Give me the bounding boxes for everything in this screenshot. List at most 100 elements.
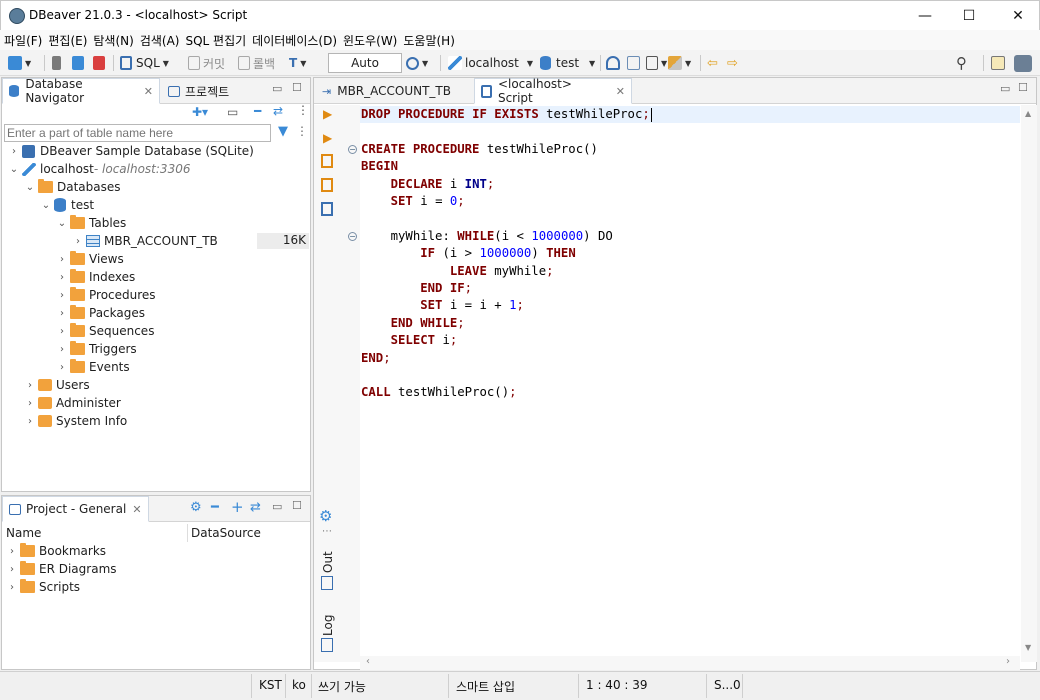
- log-icon[interactable]: [321, 638, 333, 652]
- connect-button[interactable]: [52, 54, 61, 72]
- tree-item-localhost[interactable]: ⌄ localhost - localhost:3306: [8, 160, 191, 178]
- tab-project-general[interactable]: Project - General ✕: [2, 496, 149, 522]
- tree-item-events[interactable]: › Events: [56, 358, 130, 376]
- transaction-mode-field[interactable]: Auto: [328, 53, 402, 73]
- collapse-all-icon[interactable]: ━: [254, 104, 261, 118]
- schema-compare-button[interactable]: [627, 54, 640, 72]
- menu-database[interactable]: 데이터베이스(D): [252, 32, 337, 49]
- scroll-left-icon[interactable]: ‹: [366, 656, 370, 667]
- scroll-down-icon[interactable]: ▼: [1025, 643, 1031, 652]
- tools-button[interactable]: ▼: [668, 54, 691, 72]
- minimize-view-icon[interactable]: ▭: [272, 500, 282, 513]
- chevron-right-icon[interactable]: ›: [72, 236, 84, 247]
- chevron-right-icon[interactable]: ›: [56, 362, 68, 373]
- code-line[interactable]: SET i = 0;: [361, 193, 465, 210]
- tab-database-navigator[interactable]: Database Navigator ✕: [2, 77, 160, 105]
- code-line[interactable]: BEGIN: [361, 158, 398, 175]
- output-icon[interactable]: [321, 576, 333, 590]
- chevron-right-icon[interactable]: ›: [6, 582, 18, 593]
- tree-item-dbeaver-sample-database-sqlite[interactable]: › DBeaver Sample Database (SQLite): [8, 142, 254, 160]
- chevron-right-icon[interactable]: ›: [56, 272, 68, 283]
- chevron-right-icon[interactable]: ›: [6, 546, 18, 557]
- code-line[interactable]: DROP PROCEDURE IF EXISTS testWhileProc;: [361, 106, 652, 123]
- tree-item-users[interactable]: › Users: [24, 376, 90, 394]
- chevron-down-icon[interactable]: ⌄: [56, 218, 68, 229]
- search-button[interactable]: ⚲: [956, 54, 967, 72]
- new-connection-icon[interactable]: ✚▾: [192, 105, 208, 119]
- disconnect-button[interactable]: [93, 54, 105, 72]
- code-line[interactable]: LEAVE myWhile;: [361, 263, 554, 280]
- sql-templates-button[interactable]: ▼: [646, 54, 667, 72]
- tree-item-indexes[interactable]: › Indexes: [56, 268, 135, 286]
- scroll-up-icon[interactable]: ▲: [1025, 109, 1031, 118]
- code-line[interactable]: SELECT i;: [361, 332, 458, 349]
- menu-file[interactable]: 파일(F): [4, 32, 42, 49]
- execute-in-new-tab-icon[interactable]: ▶: [323, 131, 332, 145]
- chevron-right-icon[interactable]: ›: [24, 416, 36, 427]
- maximize-view-icon[interactable]: ☐: [1018, 81, 1028, 94]
- chevron-right-icon[interactable]: ›: [24, 398, 36, 409]
- tree-item-views[interactable]: › Views: [56, 250, 124, 268]
- code-line[interactable]: CALL testWhileProc();: [361, 384, 517, 401]
- sql-editor-button[interactable]: SQL ▼: [120, 54, 169, 72]
- configure-icon[interactable]: ⚙: [190, 500, 202, 515]
- menu-sql-editor[interactable]: SQL 편집기: [185, 32, 246, 49]
- open-perspective-button[interactable]: [991, 54, 1005, 72]
- column-header-name[interactable]: Name: [6, 526, 41, 540]
- active-database-selector[interactable]: test ▼: [540, 54, 595, 72]
- chevron-right-icon[interactable]: ›: [56, 254, 68, 265]
- project-item-scripts[interactable]: › Scripts: [6, 578, 80, 596]
- maximize-button[interactable]: ☐: [946, 1, 992, 31]
- menu-search[interactable]: 검색(A): [140, 32, 180, 49]
- chevron-down-icon[interactable]: ⌄: [8, 164, 20, 175]
- chevron-right-icon[interactable]: ›: [56, 308, 68, 319]
- explain-plan-icon[interactable]: [321, 202, 333, 216]
- close-button[interactable]: ✕: [995, 1, 1040, 31]
- scroll-right-icon[interactable]: ›: [1006, 656, 1010, 667]
- horizontal-scrollbar[interactable]: ‹ ›: [360, 656, 1020, 670]
- tree-item-triggers[interactable]: › Triggers: [56, 340, 137, 358]
- settings-icon[interactable]: ⚙: [319, 507, 332, 525]
- tree-item-procedures[interactable]: › Procedures: [56, 286, 156, 304]
- execute-statement-icon[interactable]: ▶: [323, 107, 332, 121]
- execute-script-new-tabs-icon[interactable]: [321, 178, 333, 192]
- fold-collapse-icon[interactable]: −: [348, 232, 357, 241]
- log-tab[interactable]: Log: [321, 615, 335, 636]
- tree-item-mbr-account-tb[interactable]: › MBR_ACCOUNT_TB: [72, 232, 218, 250]
- transaction-mode-button[interactable]: T ▼: [289, 54, 306, 72]
- code-line[interactable]: CREATE PROCEDURE testWhileProc(): [361, 141, 598, 158]
- tree-item-administer[interactable]: › Administer: [24, 394, 121, 412]
- maximize-view-icon[interactable]: ☐: [292, 81, 302, 94]
- commit-button[interactable]: 커밋: [188, 54, 225, 72]
- dbeaver-perspective-button[interactable]: [1014, 54, 1032, 72]
- tree-item-packages[interactable]: › Packages: [56, 304, 145, 322]
- code-line[interactable]: DECLARE i INT;: [361, 176, 495, 193]
- active-connection-selector[interactable]: localhost ▼: [448, 54, 533, 72]
- tab-mbr-account-tb[interactable]: ⇥ MBR_ACCOUNT_TB: [316, 78, 457, 104]
- chevron-right-icon[interactable]: ›: [56, 326, 68, 337]
- tree-item-databases[interactable]: ⌄ Databases: [24, 178, 121, 196]
- menu-window[interactable]: 윈도우(W): [343, 32, 397, 49]
- menu-help[interactable]: 도움말(H): [403, 32, 455, 49]
- code-line[interactable]: END WHILE;: [361, 315, 465, 332]
- add-icon[interactable]: +: [231, 498, 244, 516]
- minimize-button[interactable]: —: [902, 1, 948, 31]
- project-item-er-diagrams[interactable]: › ER Diagrams: [6, 560, 117, 578]
- code-line[interactable]: myWhile: WHILE(i < 1000000) DO: [361, 228, 613, 245]
- link-with-editor-icon[interactable]: ⇄: [250, 500, 261, 515]
- tree-item-test[interactable]: ⌄ test: [40, 196, 94, 214]
- chevron-down-icon[interactable]: ⌄: [24, 182, 36, 193]
- chevron-right-icon[interactable]: ›: [24, 380, 36, 391]
- navigate-forward-button[interactable]: ⇨: [727, 54, 738, 72]
- new-connection-button[interactable]: ▼: [8, 54, 31, 72]
- chevron-right-icon[interactable]: ›: [8, 146, 20, 157]
- minimize-view-icon[interactable]: ▭: [272, 82, 282, 95]
- link-with-editor-icon[interactable]: ⇄: [273, 104, 283, 118]
- status-insert-mode[interactable]: 스마트 삽입: [456, 678, 515, 695]
- tree-item-sequences[interactable]: › Sequences: [56, 322, 154, 340]
- menu-navigate[interactable]: 탐색(N): [93, 32, 133, 49]
- code-line[interactable]: END IF;: [361, 280, 472, 297]
- navigate-back-button[interactable]: ⇦: [707, 54, 718, 72]
- collapse-all-icon[interactable]: ━: [211, 500, 219, 515]
- rollback-button[interactable]: 롤백: [238, 54, 275, 72]
